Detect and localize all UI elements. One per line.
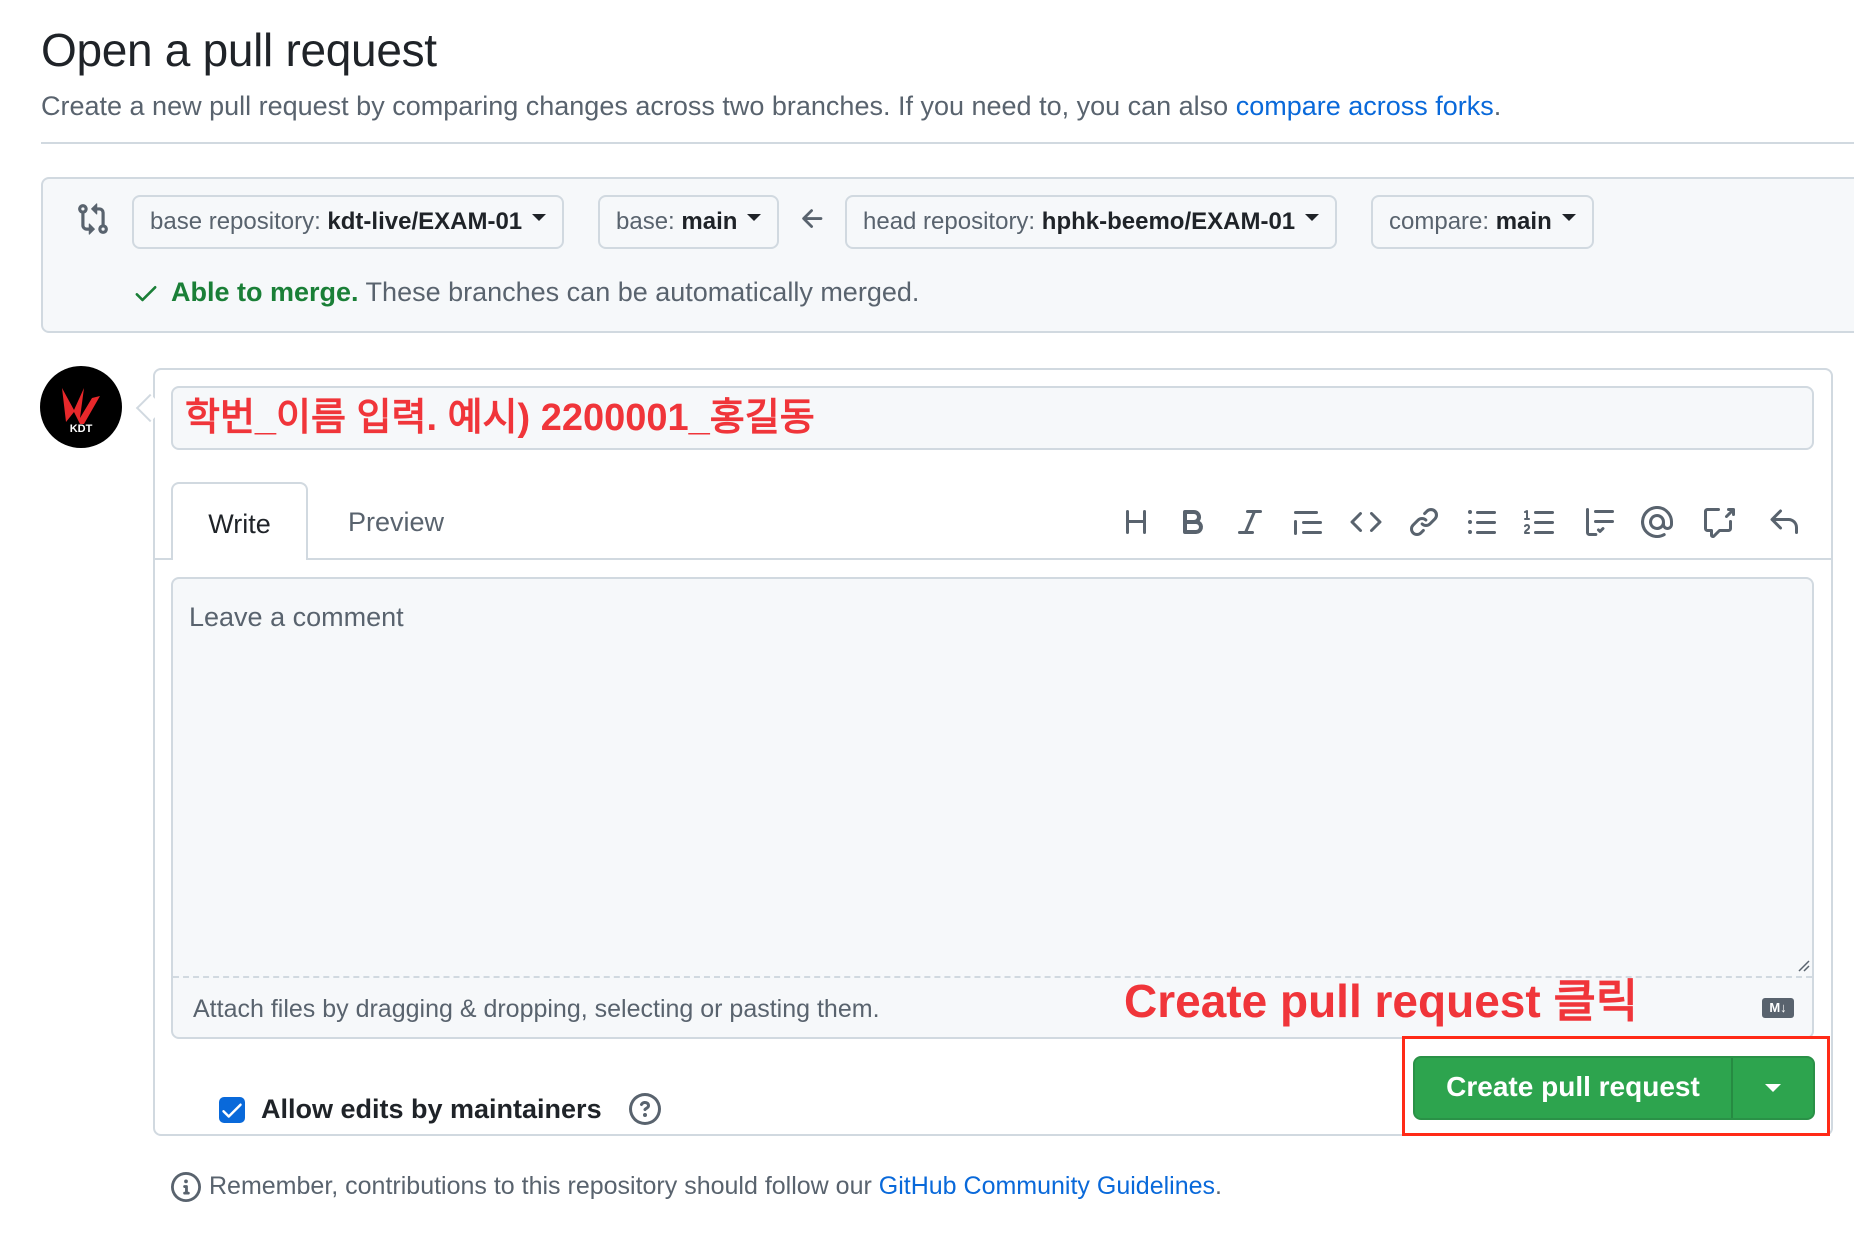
tabs-divider <box>153 558 1833 560</box>
annotation-text: Create pull request 클릭 <box>1124 975 1639 1027</box>
ordered-list-icon[interactable] <box>1519 501 1561 543</box>
task-list-icon[interactable] <box>1579 501 1621 543</box>
base-repository-select[interactable]: base repository: kdt-live/EXAM-01 <box>132 195 565 249</box>
allow-edits-checkbox[interactable] <box>219 1097 245 1123</box>
compare-branch-label: compare: <box>1389 208 1496 235</box>
community-guidelines-link[interactable]: GitHub Community Guidelines <box>879 1172 1215 1200</box>
merge-status: Able to merge. These branches can be aut… <box>171 274 919 310</box>
undo-icon[interactable] <box>1763 501 1805 543</box>
subtitle-suffix: . <box>1493 91 1502 121</box>
caret-down-icon[interactable] <box>1765 1084 1781 1092</box>
allow-edits-label[interactable]: Allow edits by maintainers <box>261 1090 602 1128</box>
comment-placeholder: Leave a comment <box>189 602 404 632</box>
markdown-icon[interactable]: M↓ <box>1762 998 1794 1018</box>
avatar[interactable]: KDT <box>40 366 122 448</box>
tab-preview[interactable]: Preview <box>328 482 464 558</box>
head-repository-select[interactable]: head repository: hphk-beemo/EXAM-01 <box>845 195 1338 249</box>
unordered-list-icon[interactable] <box>1461 501 1503 543</box>
check-icon <box>132 279 160 307</box>
head-repository-label: head repository: <box>863 208 1042 235</box>
quote-icon[interactable] <box>1287 501 1329 543</box>
comment-textarea[interactable] <box>171 577 1814 1039</box>
checkmark-icon <box>222 1103 242 1118</box>
page-title: Open a pull request <box>41 24 437 76</box>
attach-files-hint[interactable]: Attach files by dragging & dropping, sel… <box>193 990 880 1028</box>
merge-status-label: Able to merge. <box>171 277 359 307</box>
git-compare-icon <box>76 202 110 236</box>
compare-across-forks-link[interactable]: compare across forks <box>1236 91 1494 121</box>
heading-icon[interactable] <box>1115 501 1157 543</box>
compare-branch-select[interactable]: compare: main <box>1371 195 1594 249</box>
caret-down-icon <box>1305 214 1320 222</box>
create-pull-request-label[interactable]: Create pull request <box>1413 1056 1733 1120</box>
mention-icon[interactable] <box>1636 501 1678 543</box>
italic-icon[interactable] <box>1229 501 1271 543</box>
head-repository-value: hphk-beemo/EXAM-01 <box>1041 208 1296 235</box>
question-icon[interactable] <box>629 1093 661 1125</box>
arrow-left-icon <box>798 204 828 234</box>
guidelines-prefix: Remember, contributions to this reposito… <box>209 1172 879 1200</box>
link-icon[interactable] <box>1403 501 1445 543</box>
divider <box>41 142 1854 144</box>
tab-write[interactable]: Write <box>171 482 308 560</box>
base-repository-label: base repository: <box>150 208 328 235</box>
base-branch-value: main <box>681 208 738 235</box>
guidelines-suffix: . <box>1215 1172 1222 1200</box>
base-branch-label: base: <box>616 208 682 235</box>
info-icon <box>171 1172 201 1202</box>
base-branch-select[interactable]: base: main <box>598 195 780 249</box>
reference-icon[interactable] <box>1699 501 1741 543</box>
subtitle-text: Create a new pull request by comparing c… <box>41 91 1236 121</box>
community-guidelines-note: Remember, contributions to this reposito… <box>209 1168 1222 1204</box>
compare-branch-value: main <box>1495 208 1552 235</box>
logo-bolt <box>62 388 100 424</box>
base-repository-value: kdt-live/EXAM-01 <box>327 208 523 235</box>
avatar-label: KDT <box>69 423 93 435</box>
code-icon[interactable] <box>1345 501 1387 543</box>
button-split-divider <box>1731 1058 1733 1118</box>
page-subtitle: Create a new pull request by comparing c… <box>41 88 1501 124</box>
caret-down-icon <box>1561 214 1576 222</box>
caret-down-icon <box>532 214 547 222</box>
resize-handle-icon[interactable] <box>1796 958 1810 972</box>
bold-icon[interactable] <box>1172 501 1214 543</box>
merge-status-message: These branches can be automatically merg… <box>358 277 920 307</box>
pr-title-input[interactable]: 학번_이름 입력. 예시) 2200001_홍길동 <box>171 386 1814 450</box>
caret-down-icon <box>747 214 762 222</box>
